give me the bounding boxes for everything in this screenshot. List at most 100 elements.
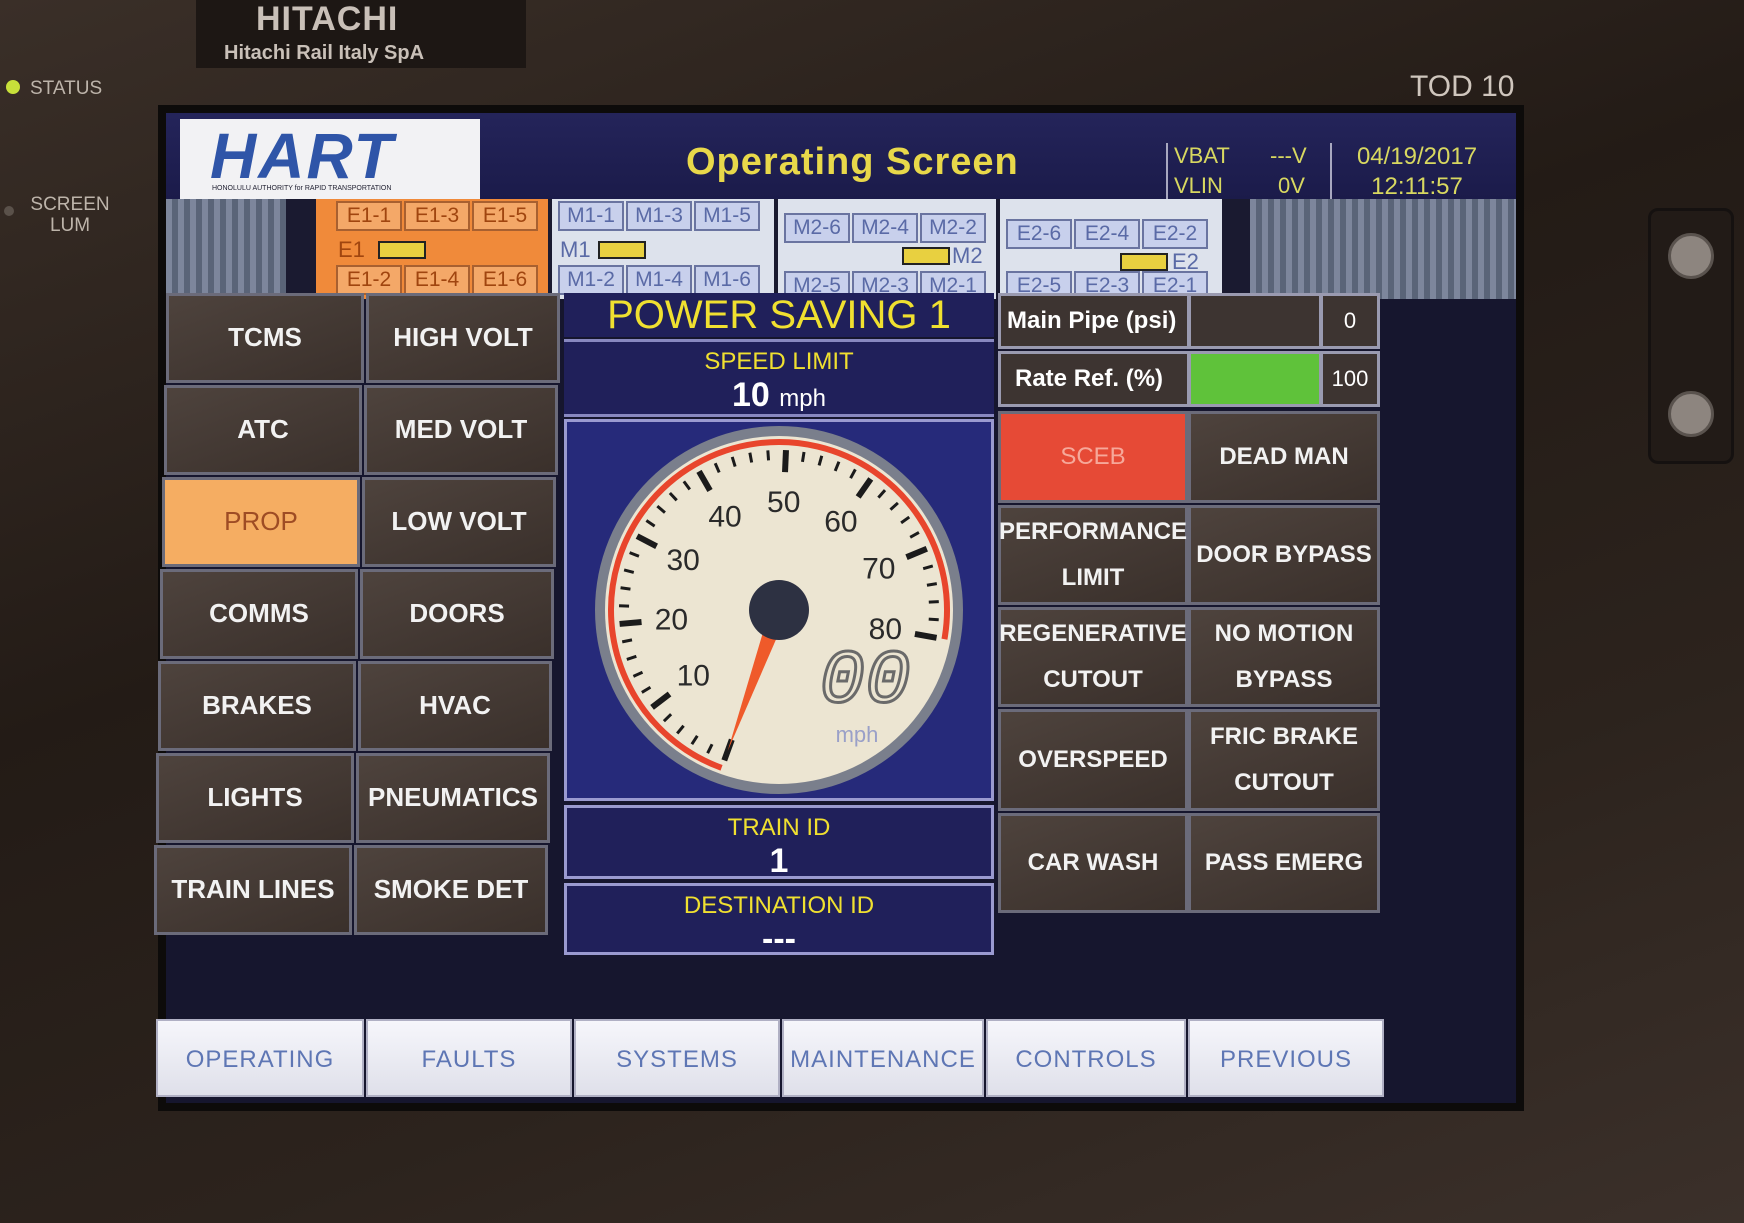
tab-controls[interactable]: CONTROLS [986,1019,1186,1097]
gauge-tick [748,452,754,463]
hmi-screen: HART HONOLULU AUTHORITY for RAPID TRANSP… [154,105,1524,1111]
rate-ref-bar [1188,351,1322,407]
status-button-sceb[interactable]: SCEB [998,411,1188,503]
vlin-label: VLIN [1174,173,1223,198]
gauge-tick [766,450,771,461]
destination-id-box: DESTINATION ID --- [564,883,994,958]
coupler-icon [1120,253,1168,271]
speed-limit-label: SPEED LIMIT [704,348,854,375]
menu-button-atc[interactable]: ATC [164,385,362,475]
lower-side-button-icon[interactable] [1668,391,1714,437]
status-button-door-bypass[interactable]: DOOR BYPASS [1188,505,1380,605]
door-indicator: E2-4 [1074,219,1140,249]
status-label: STATUS [30,78,103,99]
menu-button-med-volt[interactable]: MED VOLT [364,385,558,475]
gauge-tick-label: 50 [767,486,800,519]
vbat-value: ---V [1270,143,1307,168]
car-label: E1 [338,237,365,262]
gauge-tick-label: 70 [862,553,895,586]
rate-ref-value: 100 [1320,351,1380,407]
menu-button-comms[interactable]: COMMS [160,569,358,659]
gauge-tick [928,600,939,604]
car-m2[interactable]: M2-6 M2-4 M2-2 M2 M2-5 M2-3 M2-1 [778,199,996,301]
status-button-car-wash[interactable]: CAR WASH [998,813,1188,913]
main-pipe-value: 0 [1320,293,1380,349]
door-indicator: M2-6 [784,213,850,243]
time-text: 12:11:57 [1371,173,1463,200]
menu-button-smoke-det[interactable]: SMOKE DET [354,845,548,935]
door-indicator: E1-5 [472,201,538,231]
speed-limit-box: SPEED LIMIT 10 mph [564,339,994,417]
page-title: Operating Screen [686,141,1019,183]
door-indicator: M1-5 [694,201,760,231]
door-indicator: M2-2 [920,213,986,243]
tab-systems[interactable]: SYSTEMS [574,1019,780,1097]
car-m1[interactable]: M1-1 M1-3 M1-5 M1 M1-2 M1-4 M1-6 [552,199,774,299]
speed-limit-value-row: 10 mph [564,376,994,415]
gauge-tick [782,450,789,473]
tab-faults[interactable]: FAULTS [366,1019,572,1097]
door-indicator: M1-1 [558,201,624,231]
destination-id-label: DESTINATION ID [683,892,875,919]
date-text: 04/19/2017 [1356,143,1478,170]
door-indicator: M1-6 [694,265,760,295]
brand-name: HITACHI [256,0,399,38]
gauge-tick [621,638,633,644]
door-indicator: M1-4 [626,265,692,295]
menu-button-prop[interactable]: PROP [162,477,360,567]
menu-button-doors[interactable]: DOORS [360,569,554,659]
coupler-icon [378,241,426,259]
menu-button-hvac[interactable]: HVAC [358,661,552,751]
speedometer-panel: 10 20 30 40 50 60 70 80 00 mph [564,419,994,801]
menu-button-train-lines[interactable]: TRAIN LINES [154,845,352,935]
menu-button-pneumatics[interactable]: PNEUMATICS [356,753,550,843]
train-id-value: 1 [769,842,789,880]
coupler-icon [598,241,646,259]
menu-button-low-volt[interactable]: LOW VOLT [362,477,556,567]
gauge-tick-label: 60 [824,506,857,539]
center-panel: POWER SAVING 1 SPEED LIMIT 10 mph 10 20 30… [564,293,994,1013]
menu-button-brakes[interactable]: BRAKES [158,661,356,751]
upper-side-button-icon[interactable] [1668,233,1714,279]
door-indicator: E1-1 [336,201,402,231]
train-id-box: TRAIN ID 1 [564,805,994,880]
train-id-label: TRAIN ID [727,814,831,841]
train-consist-bar: E1-1 E1-3 E1-5 E1 E1-2 E1-4 E1-6 M1-1 M1… [166,199,1516,301]
car-e1[interactable]: E1-1 E1-3 E1-5 E1 E1-2 E1-4 E1-6 [316,199,548,299]
speed-limit-unit: mph [779,385,826,412]
menu-button-tcms[interactable]: TCMS [166,293,364,383]
status-button-no-motion-bypass[interactable]: NO MOTION BYPASS [1188,607,1380,707]
speedometer-gauge: 10203040 50607080 00 mph [595,426,963,794]
vlin-value: 0V [1278,173,1305,198]
status-button-performance-limit[interactable]: PERFORMANCE LIMIT [998,505,1188,605]
coupler-icon [902,247,950,265]
status-button-pass-emerg[interactable]: PASS EMERG [1188,813,1380,913]
gauge-tick-label: 30 [667,544,700,577]
status-button-regenerative-cutout[interactable]: REGENERATIVE CUTOUT [998,607,1188,707]
tab-operating[interactable]: OPERATING [156,1019,364,1097]
gauge-tick [619,619,642,627]
hitachi-brand-plate: HITACHI Hitachi Rail Italy SpA [196,0,526,68]
screen-lum-button-icon[interactable] [4,206,14,216]
door-indicator: E1-3 [404,201,470,231]
status-button-dead-man[interactable]: DEAD MAN [1188,411,1380,503]
door-indicator: E1-6 [472,265,538,295]
power-saving-mode: POWER SAVING 1 [564,293,994,337]
gauge-unit: mph [836,722,879,747]
datetime-readout: 04/19/2017 12:11:57 [1330,143,1502,207]
menu-button-lights[interactable]: LIGHTS [156,753,354,843]
logo-text: HART [210,120,395,192]
status-button-overspeed[interactable]: OVERSPEED [998,709,1188,811]
rate-ref-label: Rate Ref. (%) [998,351,1190,407]
menu-button-high-volt[interactable]: HIGH VOLT [366,293,560,383]
header-bar: HART HONOLULU AUTHORITY for RAPID TRANSP… [166,113,1516,207]
tab-previous[interactable]: PREVIOUS [1188,1019,1384,1097]
door-indicator: M2-4 [852,213,918,243]
status-button-fric-brake-cutout[interactable]: FRIC BRAKE CUTOUT [1188,709,1380,811]
gauge-tick-label: 20 [655,603,688,636]
tab-maintenance[interactable]: MAINTENANCE [782,1019,984,1097]
destination-id-value: --- [762,920,796,958]
car-e2[interactable]: E2-6 E2-4 E2-2 E2 E2-5 E2-3 E2-1 [1000,199,1222,301]
car-label: M2 [952,243,983,268]
gauge-tick [928,617,939,622]
